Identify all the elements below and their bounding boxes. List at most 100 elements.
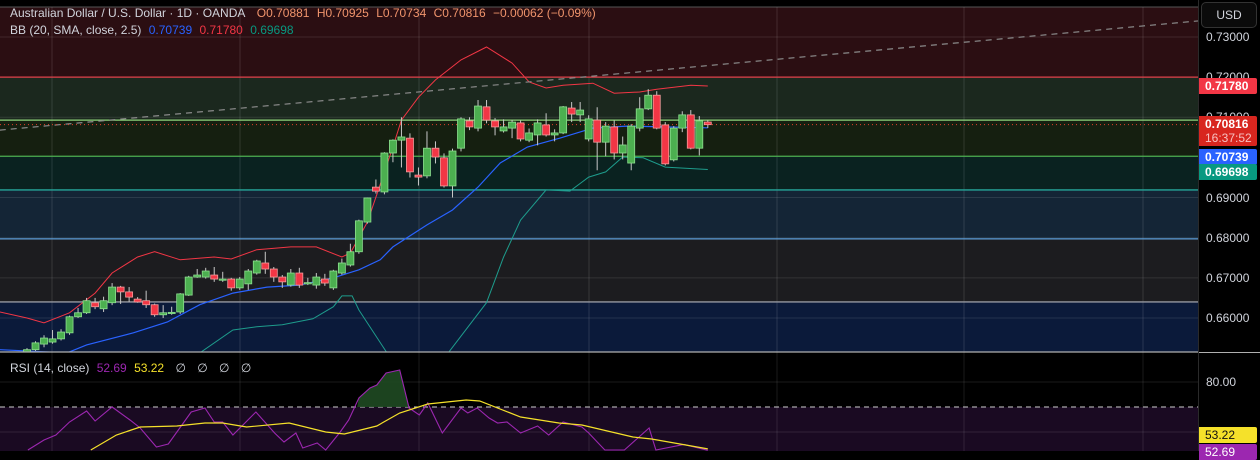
currency-button[interactable]: USD — [1201, 2, 1257, 28]
rsi-extra-value: ∅ — [175, 361, 186, 375]
candle-body[interactable] — [542, 124, 551, 136]
candle-body[interactable] — [576, 109, 585, 116]
candle-body[interactable] — [65, 316, 74, 334]
candle-body[interactable] — [159, 312, 168, 316]
candle-body[interactable] — [482, 106, 491, 121]
candle-body[interactable] — [40, 337, 48, 345]
candle-body[interactable] — [533, 122, 542, 136]
candle-body[interactable] — [235, 278, 244, 289]
bb-legend[interactable]: BB (20, SMA, close, 2.5) 0.70739 0.71780… — [10, 23, 298, 37]
candle-body[interactable] — [337, 262, 346, 274]
candle-body[interactable] — [108, 286, 116, 304]
candle-body[interactable] — [286, 272, 295, 286]
symbol-title[interactable]: Australian Dollar / U.S. Dollar · 1D · O… — [10, 6, 245, 20]
bb-upper-price-label: 0.71780 — [1199, 78, 1257, 94]
candle-body[interactable] — [389, 139, 397, 154]
candle-body[interactable] — [31, 342, 40, 351]
candle-body[interactable] — [116, 286, 125, 293]
candle-body[interactable] — [278, 276, 287, 283]
candle-body[interactable] — [601, 125, 610, 143]
candle-body[interactable] — [669, 127, 678, 161]
candle-body[interactable] — [252, 260, 261, 274]
candle-body[interactable] — [695, 120, 704, 149]
candle-body[interactable] — [269, 268, 278, 278]
candle-body[interactable] — [363, 197, 372, 223]
ohlc-close: C0.70816 — [433, 6, 486, 20]
candle-body[interactable] — [380, 152, 389, 193]
candle-body[interactable] — [227, 278, 236, 289]
bb-upper-value: 0.71780 — [199, 23, 243, 37]
candle-body[interactable] — [550, 132, 559, 136]
candle-body[interactable] — [499, 126, 508, 132]
candle-body[interactable] — [295, 272, 304, 286]
candle-body[interactable] — [686, 114, 695, 149]
candle-body[interactable] — [218, 278, 227, 281]
candle-body[interactable] — [618, 144, 627, 154]
price-tick-label: 0.67000 — [1206, 270, 1250, 285]
candle-body[interactable] — [320, 278, 329, 284]
chart-canvas[interactable] — [0, 0, 1198, 451]
rsi-label: RSI (14, close) — [10, 361, 90, 375]
candle-body[interactable] — [627, 125, 636, 164]
candle-body[interactable] — [82, 300, 91, 314]
price-axis[interactable]: 80.000.660000.670000.680000.690000.71000… — [1198, 0, 1260, 460]
candle-body[interactable] — [91, 302, 99, 308]
candle-body[interactable] — [74, 312, 82, 318]
candle-body[interactable] — [261, 262, 270, 270]
last-price: 0.70816 — [1205, 117, 1249, 131]
candle-body[interactable] — [210, 274, 219, 280]
candle-body[interactable] — [201, 270, 210, 278]
candle-body[interactable] — [491, 120, 499, 128]
candle-body[interactable] — [414, 174, 423, 178]
candle-body[interactable] — [457, 118, 465, 149]
candle-body[interactable] — [142, 300, 151, 306]
candle-body[interactable] — [593, 119, 602, 143]
candle-body[interactable] — [703, 121, 712, 126]
candle-body[interactable] — [423, 147, 431, 177]
candle-body[interactable] — [525, 132, 533, 141]
candle-body[interactable] — [559, 106, 568, 134]
candle-body[interactable] — [610, 126, 619, 154]
candle-body[interactable] — [244, 270, 253, 285]
ohlc-change: −0.00062 (−0.09%) — [493, 6, 596, 20]
candle-body[interactable] — [57, 331, 65, 340]
bar-countdown: 16:37:52 — [1205, 131, 1252, 145]
candle-body[interactable] — [406, 137, 414, 173]
candle-body[interactable] — [474, 105, 482, 129]
ohlc-open: O0.70881 — [256, 6, 310, 20]
candle-body[interactable] — [176, 293, 185, 313]
candle-body[interactable] — [431, 147, 440, 158]
candle-body[interactable] — [372, 186, 380, 192]
candle-body[interactable] — [440, 157, 448, 187]
candle-body[interactable] — [397, 136, 406, 141]
rsi-extra-value: ∅ — [240, 361, 252, 375]
symbol-legend: Australian Dollar / U.S. Dollar · 1D · O… — [10, 6, 600, 20]
candle-body[interactable] — [448, 150, 457, 187]
candle-body[interactable] — [516, 122, 525, 140]
candle-body[interactable] — [133, 298, 142, 303]
candle-body[interactable] — [465, 120, 474, 128]
candle-body[interactable] — [48, 338, 57, 343]
candle-body[interactable] — [346, 251, 355, 266]
candle-body[interactable] — [125, 291, 134, 298]
candle-body[interactable] — [661, 124, 670, 165]
candle-body[interactable] — [644, 94, 653, 110]
candle-body[interactable] — [635, 108, 644, 129]
rsi-legend[interactable]: RSI (14, close) 52.69 53.22 ∅ ∅ ∅ ∅ — [10, 361, 255, 375]
candle-body[interactable] — [567, 107, 576, 115]
candle-body[interactable] — [99, 300, 108, 310]
candle-body[interactable] — [508, 121, 516, 129]
candle-body[interactable] — [329, 270, 338, 289]
candle-body[interactable] — [678, 114, 687, 129]
candle-body[interactable] — [167, 311, 176, 314]
candle-body[interactable] — [354, 220, 363, 253]
candle-body[interactable] — [193, 274, 202, 278]
rsi-axis-label: 52.69 — [1199, 444, 1257, 460]
candle-body[interactable] — [312, 276, 321, 286]
candle-body[interactable] — [652, 94, 661, 129]
candle-body[interactable] — [150, 304, 159, 316]
price-tick-label: 0.66000 — [1206, 310, 1250, 325]
candle-body[interactable] — [584, 118, 593, 140]
candle-body[interactable] — [303, 282, 312, 285]
candle-body[interactable] — [184, 276, 193, 296]
